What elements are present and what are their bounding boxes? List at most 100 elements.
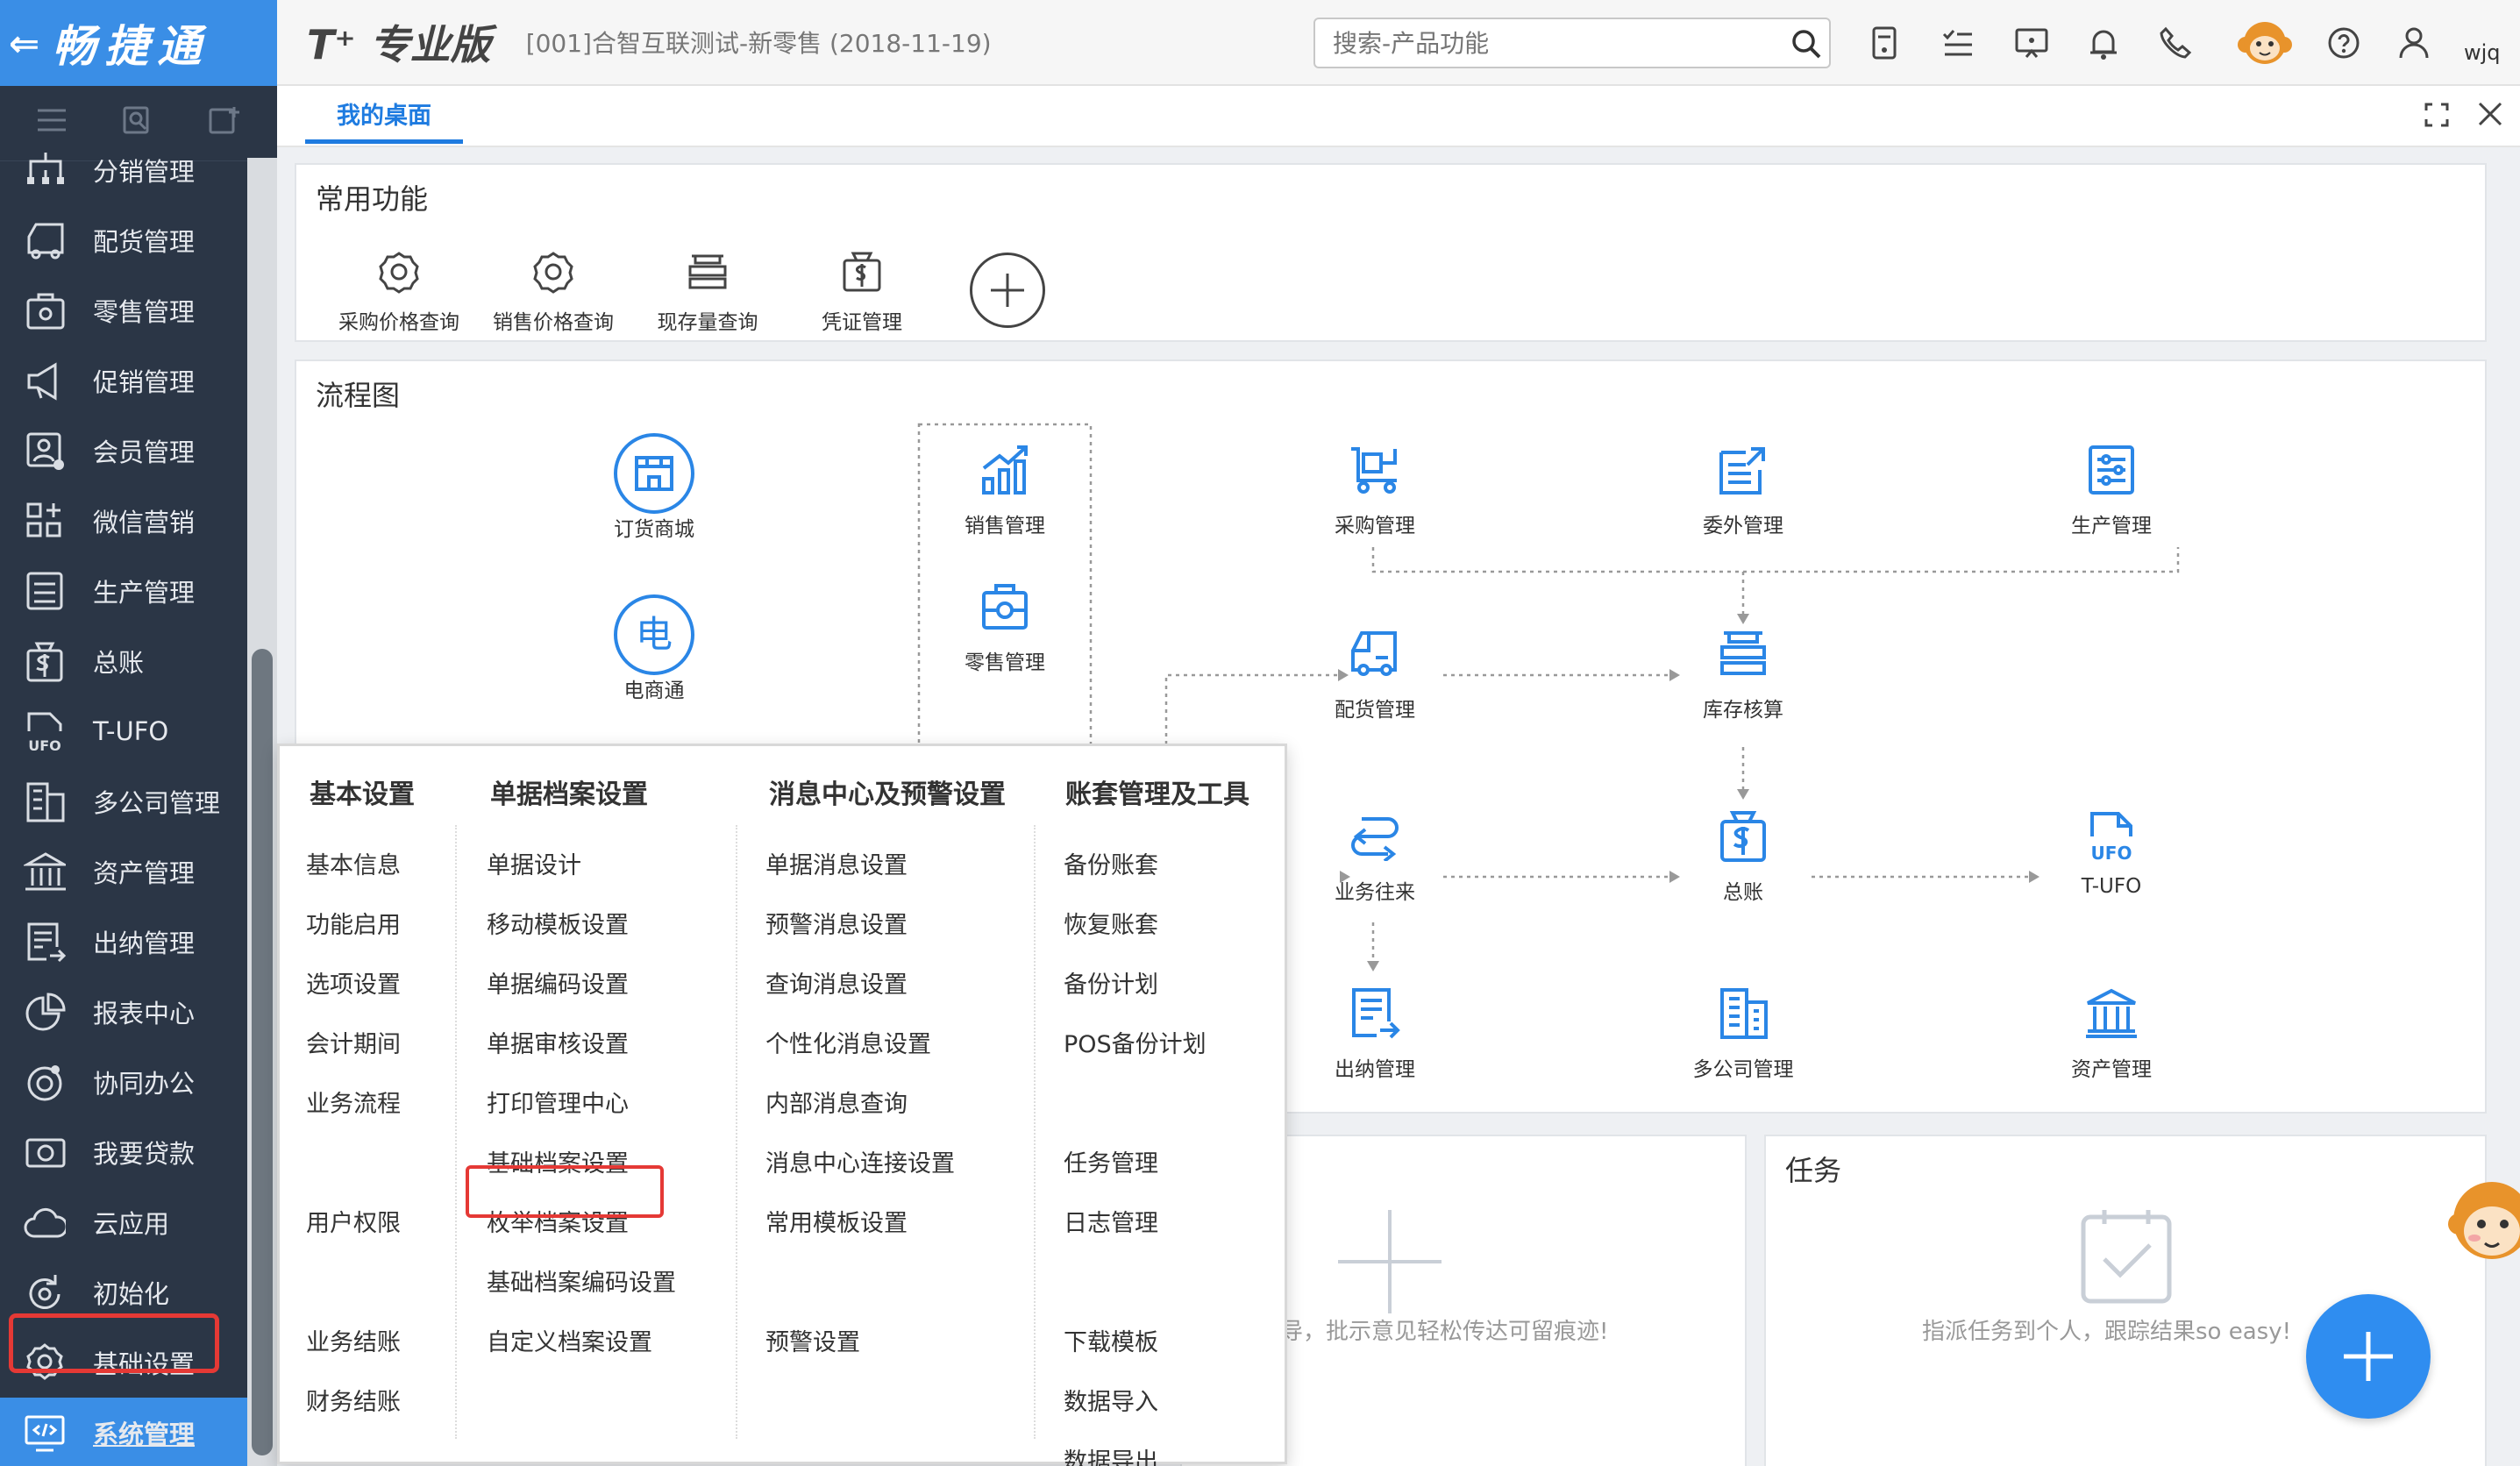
menu-item[interactable]: 单据消息设置 bbox=[765, 846, 908, 880]
arrow-left-icon[interactable]: ⇐ bbox=[9, 22, 39, 65]
flow-node-ecommerce[interactable]: 电 电商通 bbox=[566, 594, 742, 703]
sidebar-item[interactable]: 会员管理 bbox=[0, 416, 249, 486]
menu-item[interactable]: 查询消息设置 bbox=[765, 965, 908, 1000]
common-item[interactable]: 销售价格查询 bbox=[479, 244, 628, 335]
flow-node-cashier[interactable]: 出纳管理 bbox=[1287, 979, 1463, 1082]
sidebar-item[interactable]: 系统管理 bbox=[0, 1398, 249, 1466]
sidebar-item[interactable]: 促销管理 bbox=[0, 345, 249, 416]
company-info[interactable]: [001]合智互联测试-新零售 (2018-11-19) bbox=[526, 25, 992, 60]
menu-item[interactable]: 单据审核设置 bbox=[487, 1025, 629, 1059]
checklist-icon[interactable] bbox=[1936, 21, 1980, 65]
add-fab-button[interactable] bbox=[2306, 1294, 2431, 1419]
menu-item[interactable]: 下载模板 bbox=[1064, 1323, 1158, 1357]
sidebar-item[interactable]: 报表中心 bbox=[0, 977, 249, 1047]
common-item-label: 采购价格查询 bbox=[338, 311, 459, 334]
sidebar-item[interactable]: 协同办公 bbox=[0, 1047, 249, 1117]
brand-bar[interactable]: ⇐ 畅捷通 bbox=[0, 0, 277, 86]
flow-node-purchase[interactable]: 采购管理 bbox=[1287, 435, 1463, 538]
menu-item[interactable]: 打印管理中心 bbox=[487, 1085, 629, 1119]
menu-item[interactable]: 功能启用 bbox=[306, 906, 401, 940]
close-icon[interactable] bbox=[2476, 100, 2504, 134]
menu-item[interactable]: 单据设计 bbox=[487, 846, 581, 880]
flow-node-gl[interactable]: 总账 bbox=[1655, 801, 1831, 905]
user-icon[interactable] bbox=[2392, 21, 2436, 65]
search-icon[interactable] bbox=[1787, 25, 1826, 63]
sidebar-item[interactable]: 总账 bbox=[0, 626, 249, 696]
menu-item[interactable]: 业务流程 bbox=[306, 1085, 401, 1119]
menu-item[interactable]: 移动模板设置 bbox=[487, 906, 629, 940]
common-item[interactable]: 现存量查询 bbox=[633, 244, 782, 335]
monitor-icon[interactable] bbox=[2010, 21, 2054, 65]
menu-item[interactable]: 数据导出 bbox=[1064, 1442, 1158, 1466]
flow-node-multi[interactable]: 多公司管理 bbox=[1655, 979, 1831, 1082]
flow-node-distribution[interactable]: 配货管理 bbox=[1287, 619, 1463, 722]
menu-item[interactable]: 业务结账 bbox=[306, 1323, 401, 1357]
menu-item[interactable]: 选项设置 bbox=[306, 965, 401, 1000]
task-clipboard-icon bbox=[2081, 1210, 2172, 1304]
menu-item[interactable]: 常用模板设置 bbox=[765, 1204, 908, 1238]
menu-item[interactable]: 任务管理 bbox=[1064, 1144, 1158, 1178]
menu-item[interactable]: 预警设置 bbox=[765, 1323, 860, 1357]
fullscreen-icon[interactable] bbox=[2424, 102, 2450, 134]
sidebar-item[interactable]: 多公司管理 bbox=[0, 766, 249, 836]
menu-item[interactable]: 会计期间 bbox=[306, 1025, 401, 1059]
menu-item[interactable]: 预警消息设置 bbox=[765, 906, 908, 940]
ecommerce-icon: 电 bbox=[566, 594, 742, 675]
flow-node-sales[interactable]: 销售管理 bbox=[917, 435, 1093, 538]
menu-item[interactable]: 自定义档案设置 bbox=[487, 1323, 652, 1357]
common-item[interactable]: 凭证管理 bbox=[787, 244, 936, 335]
sidebar-item[interactable]: UFO T-UFO bbox=[0, 696, 249, 766]
sidebar-item[interactable]: 生产管理 bbox=[0, 556, 249, 626]
menu-item[interactable]: 日志管理 bbox=[1064, 1204, 1158, 1238]
flow-node-tufo[interactable]: UFO T-UFO bbox=[2024, 801, 2199, 898]
production-icon bbox=[23, 569, 67, 613]
sidebar-scrollbar[interactable] bbox=[247, 158, 277, 1466]
plus-icon[interactable] bbox=[1333, 1205, 1447, 1319]
plus-circle-icon[interactable] bbox=[970, 253, 1045, 328]
cloud-icon bbox=[23, 1200, 67, 1244]
sidebar-item[interactable]: 出纳管理 bbox=[0, 907, 249, 977]
menu-item[interactable]: 备份计划 bbox=[1064, 965, 1158, 1000]
phone-icon[interactable] bbox=[2153, 21, 2197, 65]
flow-node-retail[interactable]: 零售管理 bbox=[917, 572, 1093, 675]
tab-my-desktop[interactable]: 我的桌面 bbox=[305, 98, 463, 144]
flow-node-outsource[interactable]: 委外管理 bbox=[1655, 435, 1831, 538]
sidebar-item[interactable]: 分销管理 bbox=[0, 135, 249, 205]
menu-item[interactable]: 恢复账套 bbox=[1064, 906, 1158, 940]
menu-item[interactable]: 单据编码设置 bbox=[487, 965, 629, 1000]
help-icon[interactable] bbox=[2322, 21, 2366, 65]
menu-item[interactable]: 用户权限 bbox=[306, 1204, 401, 1238]
flow-node-asset[interactable]: 资产管理 bbox=[2024, 979, 2199, 1082]
user-name[interactable]: wjq bbox=[2464, 40, 2501, 65]
menu-item[interactable]: 基础档案编码设置 bbox=[487, 1263, 676, 1298]
menu-item[interactable]: 财务结账 bbox=[306, 1383, 401, 1417]
menu-item[interactable]: 数据导入 bbox=[1064, 1383, 1158, 1417]
stock-icon bbox=[1655, 619, 1831, 689]
menu-item[interactable]: 个性化消息设置 bbox=[765, 1025, 931, 1059]
flow-node-order-mall[interactable]: 订货商城 bbox=[566, 433, 742, 542]
svg-text:UFO: UFO bbox=[2091, 843, 2132, 863]
flow-node-production[interactable]: 生产管理 bbox=[2024, 435, 2199, 538]
sidebar-item-label: 会员管理 bbox=[93, 438, 196, 467]
menu-item[interactable]: 备份账套 bbox=[1064, 846, 1158, 880]
sidebar-item[interactable]: 云应用 bbox=[0, 1187, 249, 1257]
sidebar-item[interactable]: 资产管理 bbox=[0, 836, 249, 907]
sidebar-item[interactable]: 配货管理 bbox=[0, 205, 249, 275]
menu-item[interactable]: POS备份计划 bbox=[1064, 1025, 1207, 1059]
sidebar-item[interactable]: 我要贷款 bbox=[0, 1117, 249, 1187]
sidebar-item[interactable]: 零售管理 bbox=[0, 275, 249, 345]
menu-item[interactable]: 内部消息查询 bbox=[765, 1085, 908, 1119]
flow-node-business[interactable]: 业务往来 bbox=[1287, 801, 1463, 905]
flow-node-inventory[interactable]: 库存核算 bbox=[1655, 619, 1831, 722]
sidebar-item[interactable]: 微信营销 bbox=[0, 486, 249, 556]
menu-item[interactable]: 消息中心连接设置 bbox=[765, 1144, 955, 1178]
menu-item[interactable]: 基本信息 bbox=[306, 846, 401, 880]
bell-icon[interactable] bbox=[2082, 21, 2125, 65]
calculator-icon[interactable] bbox=[1862, 21, 1906, 65]
monkey-avatar[interactable] bbox=[2234, 12, 2296, 74]
common-item[interactable]: 采购价格查询 bbox=[324, 244, 473, 335]
search-input[interactable] bbox=[1313, 18, 1831, 68]
scrollbar-thumb[interactable] bbox=[252, 649, 273, 1455]
cashier-icon bbox=[23, 920, 67, 964]
member-icon bbox=[23, 429, 67, 473]
